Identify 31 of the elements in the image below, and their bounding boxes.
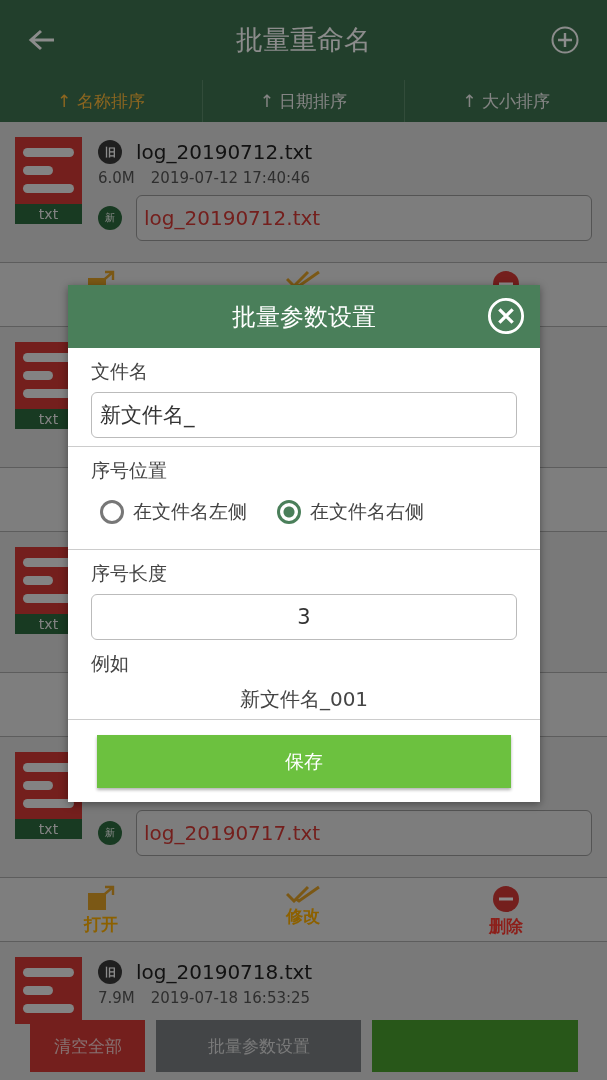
length-field[interactable]: 3: [91, 594, 517, 640]
page-title: 批量重命名: [236, 23, 371, 57]
file-name: log_20190712.txt: [136, 140, 313, 164]
new-badge: 新: [98, 821, 122, 845]
new-name-field[interactable]: log_20190717.txt: [136, 810, 592, 856]
action-label[interactable]: 删除: [488, 915, 523, 938]
field-label: 序号位置: [91, 458, 168, 483]
old-badge: 旧: [98, 140, 122, 164]
field-label: 例如: [91, 651, 130, 676]
example-text: 新文件名_001: [239, 686, 369, 713]
dialog-title: 批量参数设置: [232, 301, 376, 333]
radio-label[interactable]: 在文件名左侧: [133, 499, 247, 525]
file-name: log_20190718.txt: [136, 960, 313, 984]
old-badge: 旧: [98, 960, 122, 984]
clear-button[interactable]: 清空全部: [30, 1020, 145, 1072]
file-date: 2019-07-18 16:53:25: [150, 989, 311, 1007]
new-badge: 新: [98, 206, 122, 230]
file-date: 2019-07-12 17:40:46: [150, 169, 311, 187]
save-button[interactable]: 保存: [97, 735, 511, 788]
file-size: 7.9M: [98, 989, 135, 1007]
file-type-label: txt: [15, 819, 82, 839]
filename-field[interactable]: 新文件名_: [91, 392, 517, 438]
field-label: 文件名: [91, 359, 149, 384]
action-label[interactable]: 打开: [84, 913, 119, 936]
new-name-field[interactable]: log_20190712.txt: [136, 195, 592, 241]
radio-label[interactable]: 在文件名右侧: [310, 499, 424, 525]
file-size: 6.0M: [98, 169, 135, 187]
action-label[interactable]: 修改: [286, 905, 321, 928]
sort-tab[interactable]: ↑ 名称排序: [0, 80, 202, 122]
field-label: 序号长度: [91, 561, 168, 586]
file-type-label: txt: [15, 204, 82, 224]
